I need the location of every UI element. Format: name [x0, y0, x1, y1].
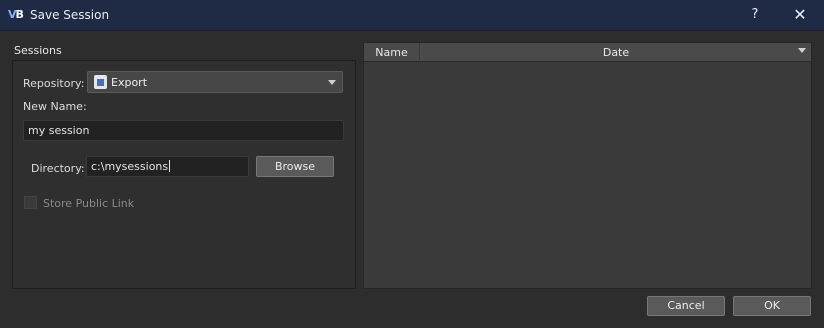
text-cursor	[169, 160, 171, 172]
column-header-date-label: Date	[602, 46, 630, 59]
title-bar: VB Save Session ? ✕	[0, 0, 824, 31]
window-title: Save Session	[30, 8, 110, 22]
table-header: Name Date	[364, 43, 811, 62]
cancel-button[interactable]: Cancel	[647, 296, 725, 316]
directory-input[interactable]: c:\mysessions	[86, 156, 249, 177]
ok-button[interactable]: OK	[733, 296, 811, 316]
sort-descending-icon	[798, 48, 806, 53]
help-button[interactable]: ?	[742, 4, 768, 26]
browse-button[interactable]: Browse	[256, 156, 334, 177]
repository-label: Repository:	[23, 77, 85, 90]
new-name-input[interactable]: my session	[23, 120, 344, 141]
sessions-table[interactable]: Name Date	[363, 42, 812, 289]
new-name-label: New Name:	[23, 100, 87, 113]
app-logo-icon: VB	[8, 8, 24, 21]
column-header-name[interactable]: Name	[364, 43, 420, 62]
sessions-section-label: Sessions	[14, 44, 62, 57]
directory-value: c:\mysessions	[91, 160, 169, 173]
repository-select[interactable]: Export	[87, 71, 343, 93]
repository-value: Export	[111, 76, 148, 89]
directory-label: Directory:	[31, 162, 85, 175]
chevron-down-icon	[328, 80, 336, 85]
column-header-date[interactable]: Date	[421, 43, 811, 62]
store-public-link-checkbox[interactable]	[24, 196, 37, 209]
repository-icon	[94, 75, 107, 89]
close-button[interactable]: ✕	[787, 4, 813, 26]
save-session-dialog: VB Save Session ? ✕ Sessions Repository:…	[0, 0, 824, 328]
store-public-link-label: Store Public Link	[43, 197, 135, 210]
